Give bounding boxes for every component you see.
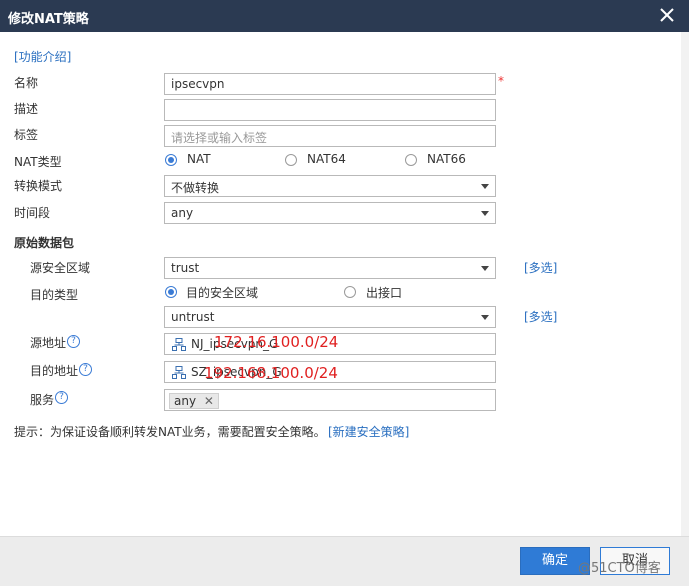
scrollbar[interactable] <box>681 32 689 536</box>
source-address-annotation: 172.16.100.0/24 <box>214 333 339 351</box>
close-icon[interactable] <box>656 4 678 26</box>
mode-select[interactable]: 不做转换 <box>164 175 496 197</box>
new-security-policy-link[interactable]: [新建安全策略] <box>328 423 409 440</box>
destination-type-radio-zone[interactable] <box>165 286 177 298</box>
destination-address-annotation: 192.168.100.0/24 <box>204 364 338 382</box>
destination-type-option-zone: 目的安全区域 <box>186 286 259 300</box>
service-chip-label: any <box>174 394 197 408</box>
tag-label: 标签 <box>14 128 39 142</box>
tip-text: 提示：为保证设备顺利转发NAT业务，需要配置安全策略。 <box>14 425 326 439</box>
mode-label: 转换模式 <box>14 179 63 193</box>
destination-address-label: 目的地址 <box>30 364 79 378</box>
source-address-label: 源地址 <box>30 336 67 350</box>
source-zone-label: 源安全区域 <box>30 261 91 275</box>
help-icon[interactable]: ? <box>67 335 80 348</box>
destination-type-option-interface: 出接口 <box>366 286 403 300</box>
help-icon[interactable]: ? <box>55 391 68 404</box>
description-input[interactable] <box>164 99 496 121</box>
nat-type-label: NAT类型 <box>14 155 62 169</box>
source-zone-multiselect-link[interactable]: [多选] <box>524 259 557 276</box>
tag-placeholder: 请选择或输入标签 <box>171 131 268 145</box>
address-group-icon <box>172 338 186 351</box>
nat-type-option-nat64: NAT64 <box>307 152 346 166</box>
chevron-down-icon <box>481 315 489 320</box>
remove-icon[interactable]: ✕ <box>204 394 214 408</box>
chevron-down-icon <box>481 211 489 216</box>
service-input[interactable]: any ✕ <box>164 389 496 411</box>
destination-type-label: 目的类型 <box>30 288 79 302</box>
destination-zone-select[interactable]: untrust <box>164 306 496 328</box>
dialog-title: 修改NAT策略 <box>8 12 89 27</box>
name-label: 名称 <box>14 76 39 90</box>
nat-type-option-nat66: NAT66 <box>427 152 466 166</box>
time-range-value: any <box>171 206 194 220</box>
time-range-select[interactable]: any <box>164 202 496 224</box>
destination-type-radio-interface[interactable] <box>344 286 356 298</box>
nat-type-radio-nat64[interactable] <box>285 154 297 166</box>
service-label: 服务 <box>30 393 55 407</box>
chevron-down-icon <box>481 184 489 189</box>
required-mark: * <box>498 74 504 88</box>
help-icon[interactable]: ? <box>79 363 92 376</box>
name-input[interactable]: ipsecvpn <box>164 73 496 95</box>
original-packet-heading: 原始数据包 <box>14 236 75 250</box>
time-range-label: 时间段 <box>14 206 51 220</box>
description-label: 描述 <box>14 102 39 116</box>
source-zone-value: trust <box>171 261 200 275</box>
nat-type-radio-nat[interactable] <box>165 154 177 166</box>
name-value: ipsecvpn <box>171 77 225 91</box>
mode-value: 不做转换 <box>171 181 220 195</box>
address-group-icon <box>172 366 186 379</box>
nat-type-option-nat: NAT <box>187 152 211 166</box>
source-zone-select[interactable]: trust <box>164 257 496 279</box>
destination-zone-value: untrust <box>171 310 215 324</box>
nat-type-radio-nat66[interactable] <box>405 154 417 166</box>
destination-zone-multiselect-link[interactable]: [多选] <box>524 308 557 325</box>
tag-input[interactable]: 请选择或输入标签 <box>164 125 496 147</box>
chevron-down-icon <box>481 266 489 271</box>
function-intro-link[interactable]: [功能介绍] <box>14 48 71 65</box>
watermark: @51CTO博客 <box>578 561 661 576</box>
service-chip: any ✕ <box>169 393 219 409</box>
dialog-titlebar: 修改NAT策略 <box>0 0 689 32</box>
